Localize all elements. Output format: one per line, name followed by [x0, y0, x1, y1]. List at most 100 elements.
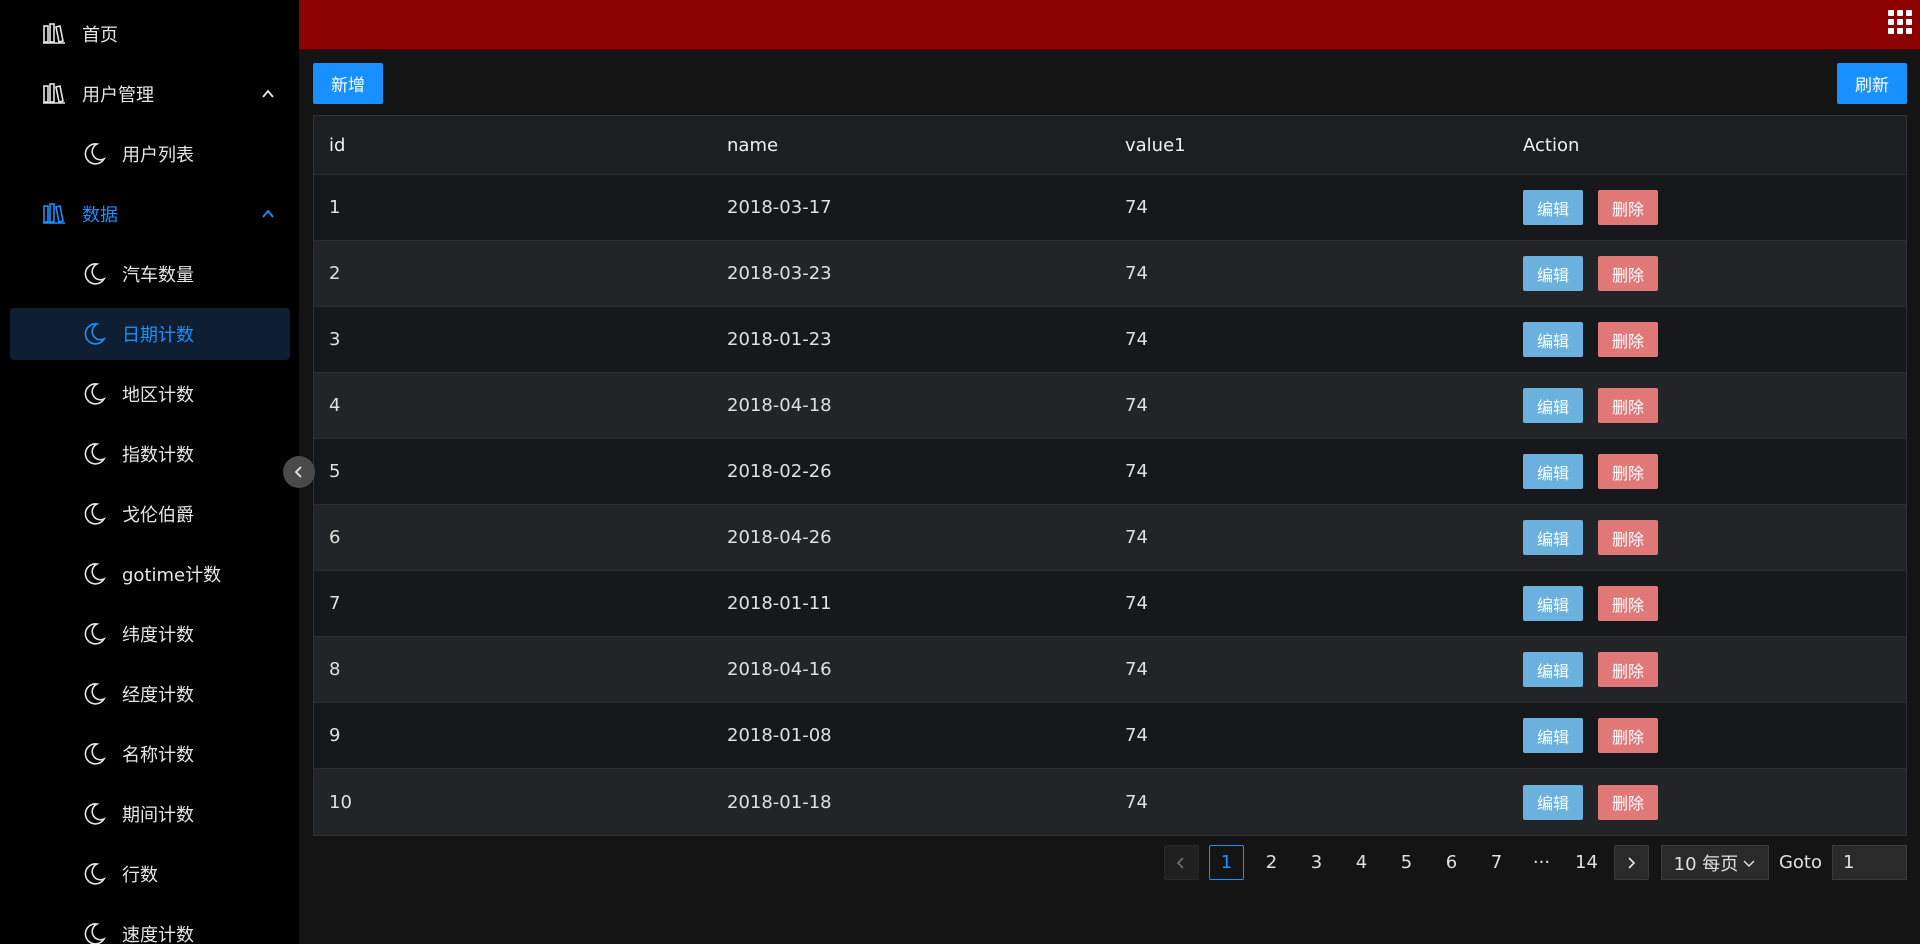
page-2[interactable]: 2	[1254, 845, 1289, 880]
cell-id: 5	[329, 461, 341, 482]
next-page-button[interactable]	[1613, 845, 1649, 880]
sidebar-item-speed-count[interactable]: 速度计数	[10, 908, 290, 944]
chevron-left-icon	[294, 466, 302, 478]
cell-action: 编辑 删除	[1508, 784, 1906, 820]
sidebar-item-latitude-count[interactable]: 纬度计数	[10, 608, 290, 660]
sidebar-item-user-list[interactable]: 用户列表	[10, 128, 290, 180]
delete-button[interactable]: 删除	[1598, 520, 1658, 555]
cell-action: 编辑 删除	[1508, 322, 1906, 357]
page-4[interactable]: 4	[1344, 845, 1379, 880]
sidebar-item-earl[interactable]: 戈伦伯爵	[10, 488, 290, 540]
sidebar-item-name-count[interactable]: 名称计数	[10, 728, 290, 780]
cell-name: 2018-03-17	[727, 197, 832, 218]
cell-name: 2018-02-26	[727, 461, 832, 482]
edit-button[interactable]: 编辑	[1523, 454, 1583, 489]
page-7[interactable]: 7	[1479, 845, 1514, 880]
cell-name: 2018-04-16	[727, 659, 832, 680]
edit-button[interactable]: 编辑	[1523, 256, 1583, 291]
chevron-left-icon	[1177, 856, 1185, 869]
edit-button[interactable]: 编辑	[1523, 784, 1583, 820]
cell-id: 8	[329, 659, 341, 680]
cell-id: 7	[329, 593, 341, 614]
delete-button[interactable]: 删除	[1598, 322, 1658, 357]
goto-page-input[interactable]	[1832, 845, 1907, 880]
edit-button[interactable]: 编辑	[1523, 388, 1583, 423]
app-grid-icon[interactable]	[1886, 8, 1914, 36]
cell-id: 3	[329, 329, 341, 350]
page-size-label: 10 每页	[1673, 853, 1739, 875]
sidebar-item-car-count[interactable]: 汽车数量	[10, 248, 290, 300]
sidebar-item-gotime-count[interactable]: gotime计数	[10, 548, 290, 600]
page-size-select[interactable]: 10 每页	[1660, 845, 1769, 880]
edit-button[interactable]: 编辑	[1523, 718, 1583, 753]
table-row: 3 2018-01-23 74 编辑 删除	[314, 307, 1906, 373]
sidebar-item-label: 名称计数	[122, 745, 194, 766]
delete-button[interactable]: 删除	[1598, 718, 1658, 753]
column-header-action: Action	[1523, 134, 1580, 156]
sidebar-item-longitude-count[interactable]: 经度计数	[10, 668, 290, 720]
sidebar-item-date-count[interactable]: 日期计数	[10, 308, 290, 360]
table-header: id name value1 Action	[314, 116, 1906, 175]
cell-value1: 74	[1125, 263, 1148, 284]
page-5[interactable]: 5	[1389, 845, 1424, 880]
cell-action: 编辑 删除	[1508, 190, 1906, 225]
goto-label: Goto	[1778, 852, 1822, 873]
table-row: 7 2018-01-11 74 编辑 删除	[314, 571, 1906, 637]
sidebar-item-label: 指数计数	[122, 445, 194, 466]
moon-icon	[80, 860, 108, 888]
cell-value1: 74	[1125, 725, 1148, 746]
column-header-id: id	[329, 134, 346, 156]
library-icon	[40, 80, 68, 108]
refresh-button[interactable]: 刷新	[1837, 63, 1907, 104]
moon-icon	[80, 500, 108, 528]
page-6[interactable]: 6	[1434, 845, 1469, 880]
prev-page-button[interactable]	[1163, 845, 1199, 880]
edit-button[interactable]: 编辑	[1523, 322, 1583, 357]
cell-action: 编辑 删除	[1508, 652, 1906, 687]
sidebar-item-region-count[interactable]: 地区计数	[10, 368, 290, 420]
delete-button[interactable]: 删除	[1598, 190, 1658, 225]
delete-button[interactable]: 删除	[1598, 388, 1658, 423]
edit-button[interactable]: 编辑	[1523, 190, 1583, 225]
cell-id: 2	[329, 263, 341, 284]
cell-id: 10	[329, 791, 352, 813]
cell-id: 4	[329, 395, 341, 416]
sidebar-item-index-count[interactable]: 指数计数	[10, 428, 290, 480]
moon-icon	[80, 320, 108, 348]
cell-value1: 74	[1125, 329, 1148, 350]
cell-id: 9	[329, 725, 341, 746]
add-button[interactable]: 新增	[313, 63, 383, 104]
cell-name: 2018-04-18	[727, 395, 832, 416]
sidebar-item-row-count[interactable]: 行数	[10, 848, 290, 900]
table-row: 4 2018-04-18 74 编辑 删除	[314, 373, 1906, 439]
moon-icon	[80, 260, 108, 288]
edit-button[interactable]: 编辑	[1523, 520, 1583, 555]
sidebar-item-home[interactable]: 首页	[10, 8, 290, 60]
cell-value1: 74	[1125, 791, 1148, 813]
delete-button[interactable]: 删除	[1598, 784, 1658, 820]
delete-button[interactable]: 删除	[1598, 586, 1658, 621]
sidebar-collapse-button[interactable]	[283, 456, 315, 488]
moon-icon	[80, 440, 108, 468]
cell-value1: 74	[1125, 197, 1148, 218]
cell-value1: 74	[1125, 461, 1148, 482]
page-1[interactable]: 1	[1208, 845, 1244, 880]
moon-icon	[80, 560, 108, 588]
cell-action: 编辑 删除	[1508, 520, 1906, 555]
sidebar-item-label: 日期计数	[122, 325, 194, 346]
sidebar-item-user-management[interactable]: 用户管理	[10, 68, 290, 120]
sidebar-item-period-count[interactable]: 期间计数	[10, 788, 290, 840]
cell-action: 编辑 删除	[1508, 256, 1906, 291]
cell-action: 编辑 删除	[1508, 718, 1906, 753]
delete-button[interactable]: 删除	[1598, 454, 1658, 489]
edit-button[interactable]: 编辑	[1523, 652, 1583, 687]
delete-button[interactable]: 删除	[1598, 256, 1658, 291]
edit-button[interactable]: 编辑	[1523, 586, 1583, 621]
page-ellipsis[interactable]: ···	[1524, 845, 1559, 880]
moon-icon	[80, 800, 108, 828]
delete-button[interactable]: 删除	[1598, 652, 1658, 687]
page-14[interactable]: 14	[1569, 845, 1604, 880]
table-row: 1 2018-03-17 74 编辑 删除	[314, 175, 1906, 241]
sidebar-item-data[interactable]: 数据	[10, 188, 290, 240]
page-3[interactable]: 3	[1299, 845, 1334, 880]
